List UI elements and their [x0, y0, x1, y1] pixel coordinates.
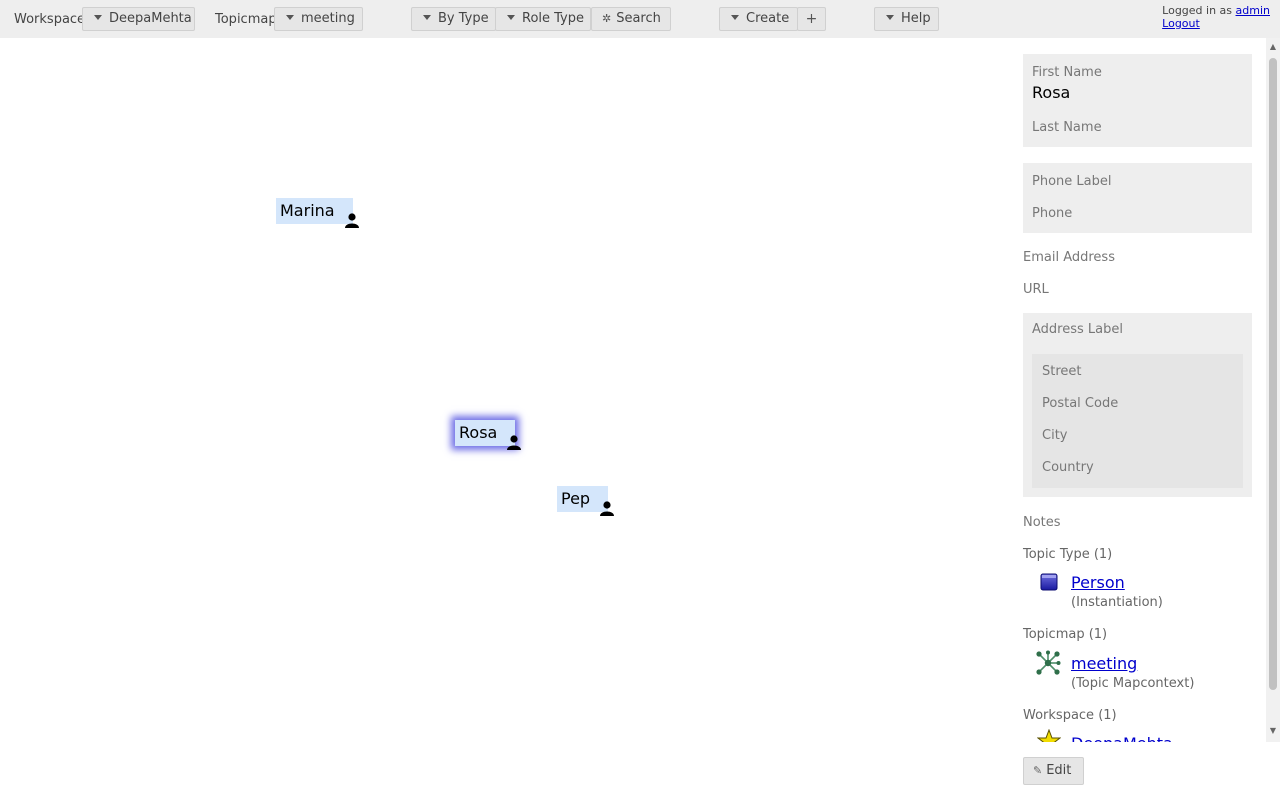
caret-down-icon	[731, 15, 739, 20]
person-icon	[600, 501, 615, 516]
url-label: URL	[1023, 282, 1049, 297]
workspace-menu[interactable]: DeepaMehta	[82, 7, 195, 31]
by-type-menu[interactable]: By Type	[411, 7, 496, 31]
role-type-menu[interactable]: Role Type	[495, 7, 591, 31]
postal-code-label: Postal Code	[1042, 396, 1119, 411]
detail-panel: First Name Rosa Last Name Phone Label Ph…	[997, 38, 1280, 800]
topic-label: Rosa	[459, 423, 498, 442]
topic-label: Marina	[280, 201, 335, 220]
logged-in-text: Logged in as	[1162, 4, 1233, 17]
phone-card: Phone Label Phone	[1023, 163, 1252, 233]
address-fields: Street Postal Code City Country	[1032, 354, 1243, 488]
first-name-label: First Name	[1032, 65, 1102, 80]
topicmap-menu[interactable]: meeting	[274, 7, 363, 31]
create-label: Create	[746, 11, 790, 26]
star-icon	[1037, 729, 1061, 742]
caret-down-icon	[886, 15, 894, 20]
last-name-label: Last Name	[1032, 120, 1102, 135]
topic-rosa[interactable]: Rosa	[455, 420, 522, 450]
topicmap-relation: (Topic Mapcontext)	[1071, 676, 1195, 691]
city-label: City	[1042, 428, 1068, 443]
help-label: Help	[901, 11, 931, 26]
topicmap-canvas[interactable]: Marina Rosa Pep	[0, 38, 997, 800]
create-menu[interactable]: Create	[719, 7, 798, 31]
by-type-label: By Type	[438, 11, 489, 26]
create-add-button[interactable]: +	[797, 7, 826, 31]
caret-down-icon	[507, 15, 515, 20]
search-button[interactable]: ✲ Search	[591, 7, 671, 31]
scrollbar-thumb[interactable]	[1269, 58, 1277, 690]
person-icon	[507, 435, 522, 450]
edit-button[interactable]: ✎ Edit	[1023, 757, 1084, 785]
topic-type-link[interactable]: Person	[1071, 573, 1125, 592]
scroll-down-arrow[interactable]: ▼	[1266, 724, 1280, 738]
phone-label: Phone	[1032, 206, 1073, 221]
workspace-menu-label: DeepaMehta	[109, 11, 192, 26]
topicmap-label: Topicmap	[215, 12, 277, 27]
notes-label: Notes	[1023, 515, 1061, 530]
address-card: Address Label Street Postal Code City Co…	[1023, 313, 1252, 497]
toolbar: Workspace DeepaMehta Topicmap meeting By…	[0, 0, 1280, 39]
edit-label: Edit	[1046, 763, 1072, 778]
topicmap-icon	[1036, 650, 1061, 675]
topic-marina[interactable]: Marina	[276, 198, 359, 228]
name-card: First Name Rosa Last Name	[1023, 54, 1252, 147]
scroll-up-arrow[interactable]: ▲	[1266, 40, 1280, 54]
caret-down-icon	[94, 15, 102, 20]
login-status: Logged in as admin Logout	[1162, 4, 1270, 30]
topic-label: Pep	[561, 489, 591, 508]
caret-down-icon	[423, 15, 431, 20]
plus-icon: +	[805, 11, 818, 27]
topicmap-menu-label: meeting	[301, 11, 355, 26]
person-icon	[344, 213, 359, 228]
workspace-label: Workspace	[14, 12, 86, 27]
search-label: Search	[616, 11, 661, 26]
phone-label-label: Phone Label	[1032, 174, 1112, 189]
topic-pep[interactable]: Pep	[557, 486, 615, 516]
country-label: Country	[1042, 460, 1094, 475]
first-name-value: Rosa	[1032, 83, 1071, 102]
topic-type-relation: (Instantiation)	[1071, 595, 1163, 610]
address-label-label: Address Label	[1032, 322, 1123, 337]
street-label: Street	[1042, 364, 1082, 379]
role-type-label: Role Type	[522, 11, 585, 26]
help-menu[interactable]: Help	[874, 7, 939, 31]
detail-content[interactable]: First Name Rosa Last Name Phone Label Ph…	[997, 38, 1266, 742]
workspace-link[interactable]: DeepaMehta	[1071, 734, 1173, 742]
logout-link[interactable]: Logout	[1162, 17, 1200, 30]
email-label: Email Address	[1023, 250, 1115, 265]
topic-type-icon	[1040, 573, 1058, 591]
detail-scrollbar[interactable]: ▲ ▼	[1266, 38, 1280, 742]
workspace-header: Workspace (1)	[1023, 708, 1117, 723]
topicmap-header: Topicmap (1)	[1023, 627, 1108, 642]
pencil-icon: ✎	[1033, 764, 1043, 777]
topicmap-link[interactable]: meeting	[1071, 654, 1137, 673]
caret-down-icon	[286, 15, 294, 20]
gear-icon: ✲	[602, 12, 612, 25]
topic-type-header: Topic Type (1)	[1023, 547, 1113, 562]
username-link[interactable]: admin	[1236, 4, 1270, 17]
